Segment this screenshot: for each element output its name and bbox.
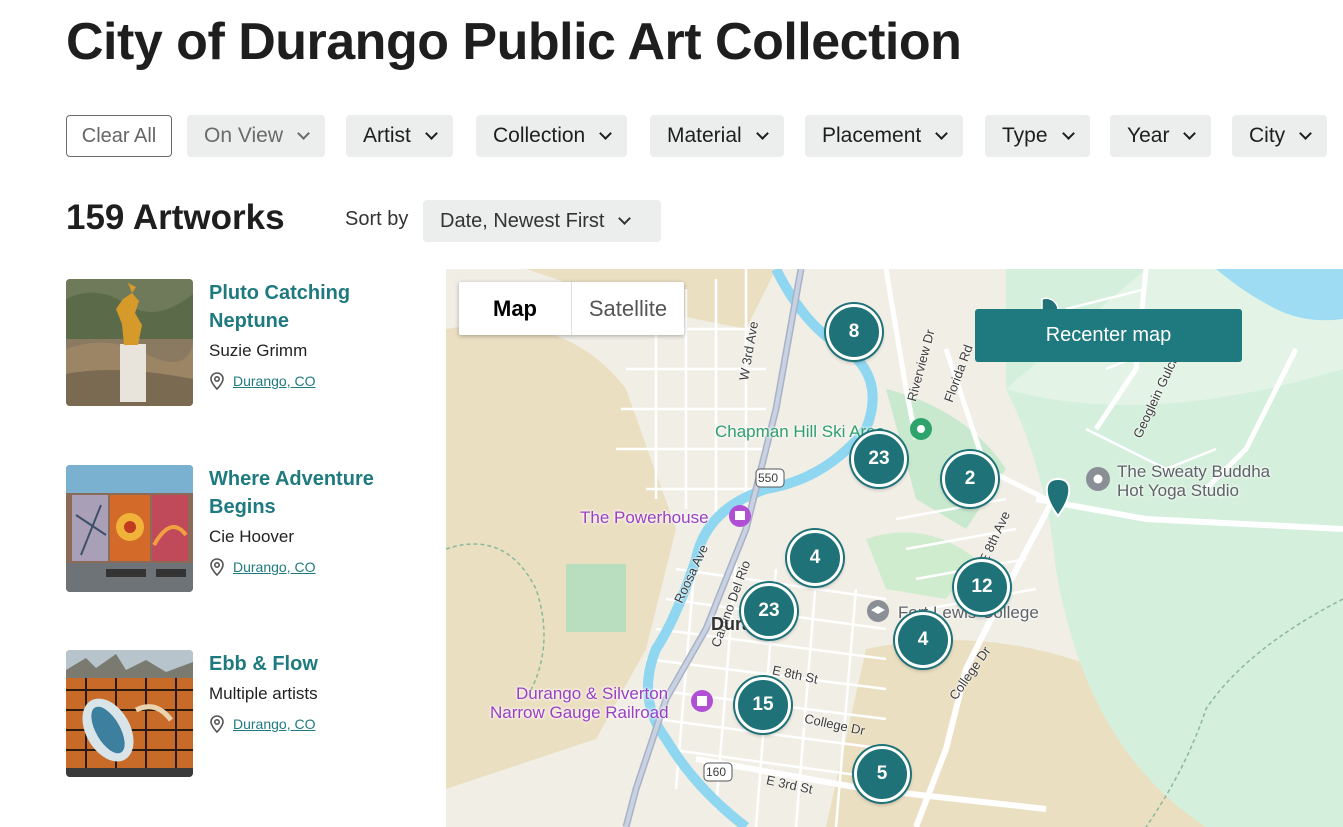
sort-select[interactable]: Date, Newest First [423,200,661,242]
place-sweaty-buddha[interactable]: The Sweaty Buddha [1117,462,1270,482]
location-pin-icon [210,372,224,390]
location-pin-icon [210,715,224,733]
filter-label: Collection [493,124,586,147]
location-pin-icon [210,558,224,576]
location-link[interactable]: Durango, CO [233,559,315,575]
filter-label: On View [204,124,283,147]
chevron-down-icon [1299,127,1313,140]
chevron-down-icon [1061,127,1075,140]
chevron-down-icon [618,212,632,225]
place-railroad-sub[interactable]: Narrow Gauge Railroad [490,703,669,723]
artwork-artist: Suzie Grimm [209,341,308,360]
filter-label: Year [1127,124,1170,147]
location-link[interactable]: Durango, CO [233,373,315,389]
filter-artist[interactable]: Artist [346,115,453,157]
filter-label: Artist [363,124,411,147]
filter-placement[interactable]: Placement [805,115,964,157]
artwork-thumbnail[interactable] [66,279,193,406]
artwork-location: Durango, CO [209,558,315,576]
filter-label: Type [1002,124,1048,147]
artwork-artist: Multiple artists [209,684,318,703]
artwork-title[interactable]: Pluto Catching Neptune [209,279,409,335]
chevron-down-icon [935,127,949,140]
map[interactable]: 550 160 W 3rd Ave Riverview Dr Florida R… [446,269,1343,827]
map-type-toggle: Map Satellite [459,282,684,335]
results-count: 159 Artworks [66,198,285,237]
recenter-map-button[interactable]: Recenter map [975,309,1242,362]
filter-label: City [1249,124,1286,147]
page-title: City of Durango Public Art Collection [66,13,962,71]
filter-label: Material [667,124,742,147]
map-cluster[interactable]: 23 [741,583,797,639]
place-sweaty-buddha-sub[interactable]: Hot Yoga Studio [1117,481,1239,501]
highway-550-label: 550 [758,471,779,485]
map-cluster[interactable]: 5 [854,746,910,802]
artwork-title[interactable]: Where Adventure Begins [209,465,409,521]
artwork-thumbnail[interactable] [66,465,193,592]
map-cluster[interactable]: 2 [942,451,998,507]
map-cluster[interactable]: 12 [954,559,1010,615]
filter-city[interactable]: City [1232,115,1328,157]
map-cluster[interactable]: 4 [895,612,951,668]
map-cluster[interactable]: 15 [735,677,791,733]
sort-label: Sort by [345,208,409,230]
chevron-down-icon [1183,127,1197,140]
highway-160-label: 160 [706,765,727,779]
filter-type[interactable]: Type [985,115,1090,157]
map-cluster[interactable]: 4 [787,530,843,586]
map-cluster[interactable]: 8 [826,304,882,360]
location-link[interactable]: Durango, CO [233,716,315,732]
place-powerhouse[interactable]: The Powerhouse [580,508,709,528]
map-view-button[interactable]: Map [459,282,572,335]
filter-material[interactable]: Material [650,115,784,157]
filter-year[interactable]: Year [1110,115,1212,157]
artwork-artist: Cie Hoover [209,527,295,546]
artwork-location: Durango, CO [209,372,315,390]
artwork-location: Durango, CO [209,715,315,733]
chevron-down-icon [755,127,769,140]
sort-value: Date, Newest First [440,209,605,232]
map-cluster[interactable]: 23 [851,431,907,487]
satellite-view-button[interactable]: Satellite [572,282,684,335]
chevron-down-icon [297,127,310,140]
filter-label: Placement [822,124,922,147]
artwork-title[interactable]: Ebb & Flow [209,650,409,678]
chevron-down-icon [599,127,613,140]
place-railroad[interactable]: Durango & Silverton [516,684,668,704]
filter-collection[interactable]: Collection [476,115,628,157]
chevron-down-icon [424,127,438,140]
artwork-thumbnail[interactable] [66,650,193,777]
clear-all-button[interactable]: Clear All [66,115,172,157]
filter-on-view[interactable]: On View [187,115,325,157]
